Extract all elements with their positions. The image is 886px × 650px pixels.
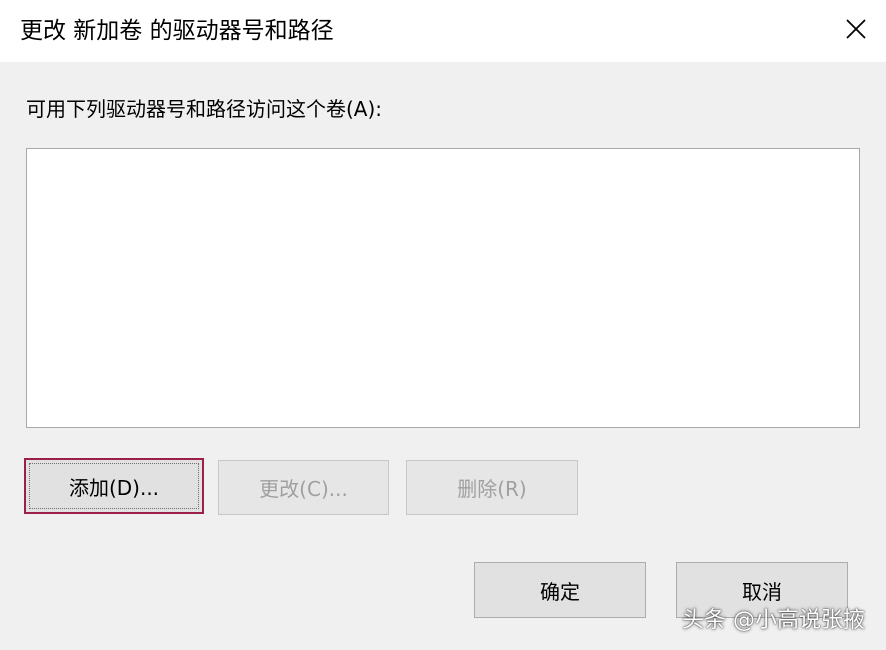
add-button[interactable]: 添加(D)... [24,458,204,514]
drive-path-list-label: 可用下列驱动器号和路径访问这个卷(A): [26,97,383,121]
ok-button-label: 确定 [540,579,580,604]
close-button[interactable] [826,0,886,62]
change-button-label: 更改(C)... [259,477,348,501]
focus-rectangle [29,463,199,509]
title-bar: 更改 新加卷 的驱动器号和路径 [0,0,886,62]
cancel-button-label: 取消 [742,579,782,604]
ok-button[interactable]: 确定 [474,562,646,618]
drive-path-listbox[interactable] [26,148,860,428]
delete-button-label: 删除(R) [457,477,527,501]
watermark-text: 头条 @小高说张掖 [682,608,865,633]
change-drive-letter-dialog: 更改 新加卷 的驱动器号和路径 可用下列驱动器号和路径访问这个卷(A): 添加(… [0,0,886,650]
dialog-title: 更改 新加卷 的驱动器号和路径 [20,18,334,44]
close-icon [845,18,867,44]
delete-button[interactable]: 删除(R) [406,460,578,515]
change-button[interactable]: 更改(C)... [218,460,389,515]
